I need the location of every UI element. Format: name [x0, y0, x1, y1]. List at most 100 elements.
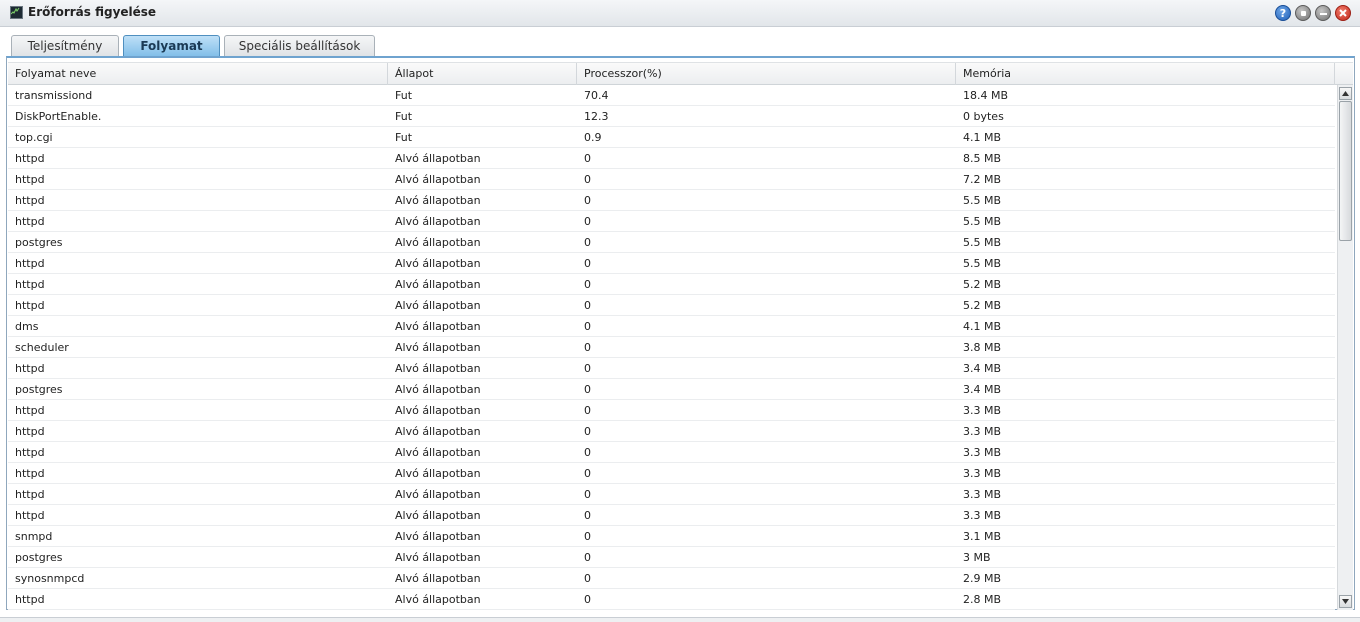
- vertical-scrollbar[interactable]: [1337, 85, 1353, 610]
- table-row[interactable]: DiskPortEnable. Fut 12.3 0 bytes: [8, 106, 1335, 127]
- cell-memory: 3.3 MB: [963, 446, 1002, 459]
- cell-memory: 2.9 MB: [963, 572, 1002, 585]
- table-row[interactable]: top.cgi Fut 0.9 4.1 MB: [8, 127, 1335, 148]
- table-row[interactable]: httpd Alvó állapotban 0 3.3 MB: [8, 442, 1335, 463]
- cell-cpu: 0: [584, 404, 591, 417]
- cell-cpu: 0: [584, 572, 591, 585]
- table-row[interactable]: httpd Alvó állapotban 0 3.4 MB: [8, 358, 1335, 379]
- table-row[interactable]: httpd Alvó állapotban 0 5.5 MB: [8, 190, 1335, 211]
- tab-performance[interactable]: Teljesítmény: [11, 35, 119, 56]
- window-bottom-edge: [0, 617, 1360, 622]
- cell-process-name: scheduler: [15, 341, 69, 354]
- cell-cpu: 0: [584, 383, 591, 396]
- cell-memory: 2.8 MB: [963, 593, 1002, 606]
- cell-status: Alvó állapotban: [395, 320, 481, 333]
- table-row[interactable]: httpd Alvó állapotban 0 2.8 MB: [8, 589, 1335, 610]
- table-row[interactable]: httpd Alvó állapotban 0 5.5 MB: [8, 211, 1335, 232]
- monitor-icon: [10, 6, 23, 19]
- table-row[interactable]: transmissiond Fut 70.4 18.4 MB: [8, 85, 1335, 106]
- cell-cpu: 0: [584, 509, 591, 522]
- table-row[interactable]: postgres Alvó állapotban 0 3.4 MB: [8, 379, 1335, 400]
- tab-process[interactable]: Folyamat: [123, 35, 220, 57]
- cell-process-name: postgres: [15, 383, 63, 396]
- cell-cpu: 0: [584, 446, 591, 459]
- cell-status: Alvó állapotban: [395, 152, 481, 165]
- cell-cpu: 0: [584, 299, 591, 312]
- cell-process-name: httpd: [15, 194, 45, 207]
- table-row[interactable]: httpd Alvó állapotban 0 5.5 MB: [8, 253, 1335, 274]
- cell-cpu: 0: [584, 530, 591, 543]
- scroll-down-icon[interactable]: [1339, 595, 1352, 608]
- cell-cpu: 0: [584, 425, 591, 438]
- help-icon[interactable]: ?: [1275, 5, 1291, 21]
- cell-process-name: top.cgi: [15, 131, 53, 144]
- cell-cpu: 0: [584, 173, 591, 186]
- column-header-cpu[interactable]: Processzor(%): [577, 63, 956, 85]
- cell-cpu: 0: [584, 551, 591, 564]
- table-row[interactable]: httpd Alvó állapotban 0 3.3 MB: [8, 484, 1335, 505]
- process-panel: Folyamat neve Állapot Processzor(%) Memó…: [6, 56, 1355, 610]
- cell-memory: 18.4 MB: [963, 89, 1009, 102]
- minimize-icon[interactable]: [1315, 5, 1331, 21]
- cell-process-name: httpd: [15, 488, 45, 501]
- table-row[interactable]: httpd Alvó állapotban 0 3.3 MB: [8, 463, 1335, 484]
- cell-process-name: httpd: [15, 362, 45, 375]
- cell-process-name: snmpd: [15, 530, 53, 543]
- cell-status: Fut: [395, 131, 413, 144]
- column-header-spacer: [1335, 63, 1353, 85]
- tab-advanced-settings[interactable]: Speciális beállítások: [224, 35, 375, 56]
- scrollbar-thumb[interactable]: [1339, 101, 1352, 241]
- table-row[interactable]: httpd Alvó állapotban 0 3.3 MB: [8, 421, 1335, 442]
- cell-status: Alvó állapotban: [395, 572, 481, 585]
- table-row[interactable]: snmpd Alvó állapotban 0 3.1 MB: [8, 526, 1335, 547]
- cell-memory: 5.2 MB: [963, 299, 1002, 312]
- cell-status: Alvó állapotban: [395, 383, 481, 396]
- table-row[interactable]: postgres Alvó állapotban 0 3 MB: [8, 547, 1335, 568]
- column-header-status[interactable]: Állapot: [388, 63, 577, 85]
- cell-status: Alvó állapotban: [395, 509, 481, 522]
- cell-status: Alvó állapotban: [395, 215, 481, 228]
- cell-process-name: httpd: [15, 299, 45, 312]
- cell-cpu: 0: [584, 152, 591, 165]
- cell-status: Alvó állapotban: [395, 425, 481, 438]
- cell-memory: 5.5 MB: [963, 194, 1002, 207]
- table-row[interactable]: httpd Alvó állapotban 0 8.5 MB: [8, 148, 1335, 169]
- table-row[interactable]: postgres Alvó állapotban 0 5.5 MB: [8, 232, 1335, 253]
- cell-memory: 8.5 MB: [963, 152, 1002, 165]
- cell-process-name: DiskPortEnable.: [15, 110, 102, 123]
- cell-memory: 5.2 MB: [963, 278, 1002, 291]
- scroll-up-icon[interactable]: [1339, 87, 1352, 100]
- cell-process-name: httpd: [15, 173, 45, 186]
- cell-cpu: 0: [584, 194, 591, 207]
- table-row[interactable]: httpd Alvó állapotban 0 7.2 MB: [8, 169, 1335, 190]
- cell-status: Alvó állapotban: [395, 299, 481, 312]
- cell-status: Alvó állapotban: [395, 446, 481, 459]
- cell-status: Alvó állapotban: [395, 593, 481, 606]
- table-row[interactable]: dms Alvó állapotban 0 4.1 MB: [8, 316, 1335, 337]
- cell-memory: 3.3 MB: [963, 488, 1002, 501]
- cell-cpu: 0: [584, 236, 591, 249]
- cell-status: Alvó állapotban: [395, 173, 481, 186]
- cell-memory: 4.1 MB: [963, 320, 1002, 333]
- column-header-memory[interactable]: Memória: [956, 63, 1335, 85]
- cell-memory: 5.5 MB: [963, 257, 1002, 270]
- table-row[interactable]: synosnmpcd Alvó állapotban 0 2.9 MB: [8, 568, 1335, 589]
- cell-memory: 7.2 MB: [963, 173, 1002, 186]
- restore-icon[interactable]: [1295, 5, 1311, 21]
- table-row[interactable]: httpd Alvó állapotban 0 3.3 MB: [8, 505, 1335, 526]
- cell-memory: 0 bytes: [963, 110, 1004, 123]
- close-icon[interactable]: [1335, 5, 1351, 21]
- cell-status: Fut: [395, 110, 413, 123]
- table-row[interactable]: httpd Alvó állapotban 0 3.3 MB: [8, 400, 1335, 421]
- table-row[interactable]: scheduler Alvó állapotban 0 3.8 MB: [8, 337, 1335, 358]
- cell-cpu: 70.4: [584, 89, 609, 102]
- window-title: Erőforrás figyelése: [28, 5, 157, 19]
- cell-memory: 3.3 MB: [963, 404, 1002, 417]
- cell-process-name: httpd: [15, 446, 45, 459]
- cell-process-name: httpd: [15, 593, 45, 606]
- table-row[interactable]: httpd Alvó állapotban 0 5.2 MB: [8, 274, 1335, 295]
- column-header-process-name[interactable]: Folyamat neve: [8, 63, 388, 85]
- table-row[interactable]: httpd Alvó állapotban 0 5.2 MB: [8, 295, 1335, 316]
- cell-process-name: postgres: [15, 551, 63, 564]
- cell-status: Alvó állapotban: [395, 362, 481, 375]
